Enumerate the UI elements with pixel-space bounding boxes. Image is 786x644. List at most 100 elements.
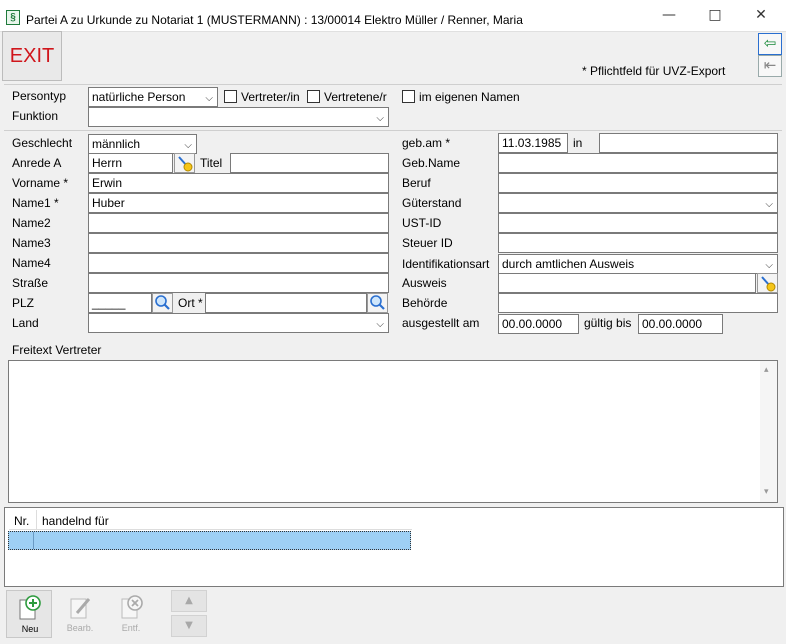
minimize-button[interactable]: —	[646, 0, 692, 32]
strasse-field[interactable]	[88, 273, 389, 293]
freitext-label: Freitext Vertreter	[12, 343, 102, 357]
geschlecht-value: männlich	[92, 137, 141, 151]
geschlecht-select[interactable]: männlich ⌵	[88, 134, 197, 154]
handelnd-list[interactable]: Nr. handelnd für	[4, 507, 784, 587]
paragraph-icon: §	[6, 10, 20, 25]
vertretene-checkbox[interactable]	[307, 90, 320, 103]
gebam-label: geb.am *	[402, 136, 451, 150]
eigenen-namen-label: im eigenen Namen	[419, 90, 520, 104]
funktion-select[interactable]: ⌵	[88, 107, 389, 127]
freitext-textarea[interactable]: ▴ ▾	[8, 360, 778, 503]
maximize-button[interactable]: □	[692, 0, 738, 32]
required-hint: * Pflichtfeld für UVZ-Export	[582, 64, 726, 78]
name4-field[interactable]	[88, 253, 389, 273]
plz-field[interactable]: _____	[88, 293, 152, 313]
name1-label: Name1 *	[12, 196, 59, 210]
key-lookup-icon[interactable]	[757, 273, 778, 293]
separator	[4, 130, 782, 131]
anrede-label: Anrede A	[12, 156, 62, 170]
chevron-down-icon: ⌵	[205, 93, 213, 104]
funktion-label: Funktion	[12, 109, 59, 123]
move-up-icon[interactable]: ▲	[171, 590, 207, 612]
list-header: Nr. handelnd für	[9, 510, 412, 530]
vertretene-label: Vertretene/r	[324, 90, 387, 104]
name1-field[interactable]: Huber	[88, 193, 389, 213]
geschlecht-label: Geschlecht	[12, 136, 73, 150]
strasse-label: Straße	[12, 276, 49, 290]
beruf-field[interactable]	[498, 173, 778, 193]
entf-label: Entf.	[121, 623, 141, 633]
gebam-field[interactable]: 11.03.1985	[498, 133, 568, 153]
exit-button[interactable]: EXIT	[2, 31, 62, 81]
behoerde-label: Behörde	[402, 296, 448, 310]
anrede-field[interactable]: Herrn	[88, 153, 173, 173]
eigenen-namen-checkbox[interactable]	[402, 90, 415, 103]
col-nr-header: Nr.	[14, 514, 30, 528]
behoerde-field[interactable]	[498, 293, 778, 313]
persontyp-label: Persontyp	[12, 89, 67, 103]
scroll-down-icon[interactable]: ▾	[764, 487, 769, 497]
ausgestellt-field[interactable]: 00.00.0000	[498, 314, 579, 334]
column-divider	[36, 510, 37, 530]
steuerid-label: Steuer ID	[402, 236, 453, 250]
gebname-label: Geb.Name	[402, 156, 461, 170]
name4-label: Name4	[12, 256, 51, 270]
titel-field[interactable]	[230, 153, 389, 173]
title-bar: § Partei A zu Urkunde zu Notariat 1 (MUS…	[0, 0, 786, 32]
bearb-button[interactable]: Bearb.	[57, 590, 103, 638]
search-icon[interactable]	[367, 293, 388, 313]
close-button[interactable]: ✕	[738, 0, 784, 32]
move-down-icon[interactable]: ▼	[171, 615, 207, 637]
beruf-label: Beruf	[402, 176, 431, 190]
chevron-down-icon: ⌵	[376, 319, 384, 330]
col-handelnd-header: handelnd für	[42, 514, 109, 528]
name3-label: Name3	[12, 236, 51, 250]
vorname-field[interactable]: Erwin	[88, 173, 389, 193]
search-icon[interactable]	[152, 293, 173, 313]
land-label: Land	[12, 316, 39, 330]
table-row[interactable]	[8, 531, 411, 550]
identart-value: durch amtlichen Ausweis	[502, 257, 635, 271]
gebname-field[interactable]	[498, 153, 778, 173]
vertreter-checkbox[interactable]	[224, 90, 237, 103]
geburtsort-field[interactable]	[599, 133, 778, 153]
gueltig-label: gültig bis	[584, 316, 632, 330]
bearb-label: Bearb.	[66, 623, 94, 633]
gueterstand-label: Güterstand	[402, 196, 462, 210]
ort-label: Ort *	[178, 296, 203, 310]
steuerid-field[interactable]	[498, 233, 778, 253]
entf-button[interactable]: Entf.	[108, 590, 154, 638]
persontyp-select[interactable]: natürliche Person ⌵	[88, 87, 218, 107]
plz-label: PLZ	[12, 296, 35, 310]
vertreter-label: Vertreter/in	[241, 90, 300, 104]
chevron-down-icon: ⌵	[376, 113, 384, 124]
name2-label: Name2	[12, 216, 51, 230]
identart-select[interactable]: durch amtlichen Ausweis ⌵	[498, 254, 778, 274]
ausweis-field[interactable]	[498, 273, 756, 293]
key-lookup-icon[interactable]	[174, 153, 195, 173]
chevron-down-icon: ⌵	[765, 260, 773, 271]
chevron-down-icon: ⌵	[184, 140, 192, 151]
window-title: Partei A zu Urkunde zu Notariat 1 (MUSTE…	[26, 13, 523, 27]
vorname-label: Vorname *	[12, 176, 69, 190]
neu-label: Neu	[21, 624, 39, 634]
land-select[interactable]: ⌵	[88, 313, 389, 333]
scroll-up-icon[interactable]: ▴	[764, 365, 769, 375]
persontyp-value: natürliche Person	[92, 90, 186, 104]
gueltig-field[interactable]: 00.00.0000	[638, 314, 723, 334]
gueterstand-select[interactable]: ⌵	[498, 193, 778, 213]
ausgestellt-label: ausgestellt am	[402, 316, 480, 330]
name3-field[interactable]	[88, 233, 389, 253]
vertical-scrollbar[interactable]: ▴ ▾	[760, 361, 777, 502]
chevron-down-icon: ⌵	[765, 199, 773, 210]
in-label: in	[573, 136, 583, 150]
name2-field[interactable]	[88, 213, 389, 233]
ustid-field[interactable]	[498, 213, 778, 233]
ausweis-label: Ausweis	[402, 276, 447, 290]
enter-arrow-icon[interactable]: ⇦	[758, 33, 782, 55]
neu-button[interactable]: Neu	[6, 590, 52, 638]
ustid-label: UST-ID	[402, 216, 442, 230]
titel-label: Titel	[200, 156, 223, 170]
back-arrow-icon[interactable]: ⇤	[758, 55, 782, 77]
ort-field[interactable]	[205, 293, 367, 313]
